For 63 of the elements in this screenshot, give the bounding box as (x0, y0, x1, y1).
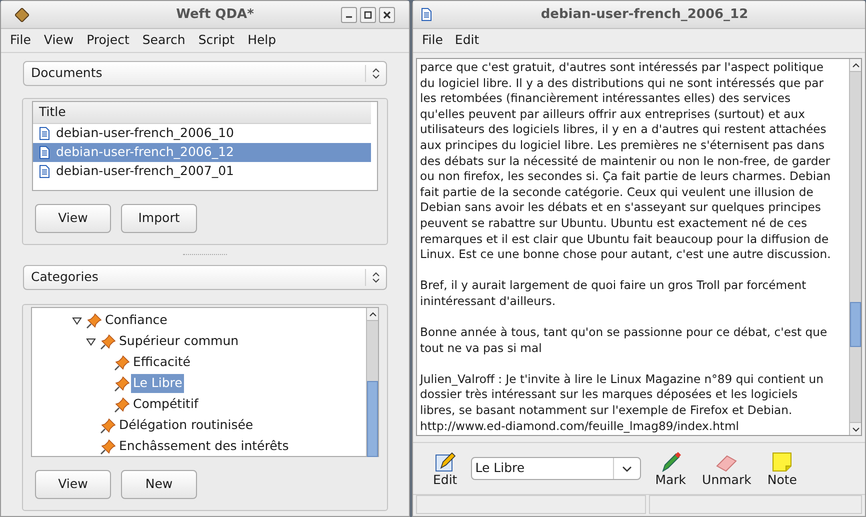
text-paragraph: Julien_Valroff : Je t'invite à lire le Linux Magazine n°89 qui contient un dossier très intéressant sur les marques déposées et les logiciels libres, se basant notamment sur l'exemple de Firefox et Debian. http://www.ed-diamond.com/feuille_lmag89/index.html (420, 372, 824, 434)
window-title: Weft QDA* (175, 6, 255, 24)
app-logo-icon (15, 8, 29, 22)
document-icon (39, 165, 50, 178)
menu-item[interactable]: Edit (454, 31, 480, 50)
category-item[interactable]: Confiance (103, 311, 170, 330)
push-button[interactable]: View (35, 470, 111, 499)
category-combo[interactable]: Le Libre (471, 457, 642, 480)
category-item[interactable]: Supérieur commun (117, 332, 241, 351)
document-title: debian-user-french_2007_01 (56, 162, 234, 180)
category-item[interactable]: Délégation routinisée (117, 416, 256, 435)
maximize-button[interactable] (360, 6, 376, 22)
toolbar-button[interactable]: Edit (425, 450, 466, 486)
category-item[interactable]: Enchâssement des intérêts (117, 437, 291, 456)
document-row[interactable]: debian-user-french_2006_10 (33, 124, 371, 143)
pencil-icon (660, 450, 682, 472)
column-header[interactable]: Title (33, 102, 371, 124)
document-title: debian-user-french_2006_12 (56, 143, 234, 162)
push-button[interactable]: New (121, 470, 197, 499)
toolbar-button[interactable]: Note (759, 450, 805, 486)
window-title: debian-user-french_2006_12 (540, 6, 750, 24)
category-item[interactable]: Compétitif (131, 395, 200, 414)
text-paragraph: parce que c'est gratuit, d'autres sont intéressés par l'aspect politique du logiciel libre. Il y a des distributions qui ne sont intéressés que par les retombées (financièrement intéressantes elles) des services qu'elles peuvent par ailleurs offrir aux entreprises (surtout) et aux utilisateurs des logiciels libres, il y en a d'autres qui restent attachées aux principes du logiciel libre. Les premières ne s'éternisent pas dans des débats sur la nécessité de maintenir ou non le non-free, de garder ou non firefox, les secondes si. Ça fait partie de leurs charmes. Debian fait partie de la seconde catégorie. Ceux qui veulent une illusion de Debian sans avoir les débats et en s'asseyant sur quelques principes peuvent se rabattre sur Ubuntu. Ubuntu est exactement né de ces remarques et il est clair que Ubuntu fait beaucoup pour la diffusion de Linux. Est ce une bonne chose pour autant, c'est une autre discussion. (420, 60, 832, 263)
sticky-note-icon (771, 450, 794, 472)
menu-item[interactable]: File (10, 31, 31, 50)
panel-selector[interactable]: Categories (23, 265, 387, 290)
minimize-button[interactable] (341, 6, 357, 22)
menu-item[interactable]: Project (86, 31, 130, 50)
pushpin-icon (114, 396, 130, 412)
document-icon (421, 8, 432, 21)
close-button[interactable] (379, 6, 395, 22)
document-icon (39, 127, 50, 140)
pushpin-icon (100, 418, 116, 434)
expanded-triangle-icon[interactable] (86, 338, 96, 346)
pen-icon (434, 450, 456, 472)
spinner-arrows-icon (372, 272, 380, 283)
menu-item[interactable]: File (422, 31, 443, 50)
pushpin-icon (100, 438, 116, 454)
document-row[interactable]: debian-user-french_2007_01 (33, 162, 371, 181)
menu-item[interactable]: Script (198, 31, 235, 50)
category-item[interactable]: Efficacité (131, 353, 192, 372)
spinner-arrows-icon (372, 68, 380, 79)
scrollbar-thumb[interactable] (850, 302, 861, 347)
toolbar-button[interactable]: Mark (647, 450, 694, 486)
panel-selector[interactable]: Documents (23, 61, 387, 86)
pushpin-icon (100, 334, 116, 350)
menu-item[interactable]: Search (142, 31, 186, 50)
scrollbar-thumb[interactable] (367, 381, 378, 457)
text-paragraph: Bref, il y aurait largement de quoi faire un gros Troll par forcément inintéressant d'ailleurs. (420, 278, 808, 310)
push-button[interactable]: Import (121, 204, 197, 233)
pushpin-icon (114, 354, 130, 370)
menu-item[interactable]: View (44, 31, 74, 50)
vertical-scrollbar[interactable] (366, 308, 378, 456)
pushpin-icon (114, 376, 130, 392)
expanded-triangle-icon[interactable] (72, 316, 82, 324)
document-icon (39, 146, 50, 159)
pushpin-icon (86, 312, 102, 328)
push-button[interactable]: View (35, 204, 111, 233)
document-title: debian-user-french_2006_10 (56, 124, 234, 142)
toolbar-button[interactable]: Unmark (694, 450, 760, 486)
vertical-scrollbar[interactable] (849, 59, 861, 435)
text-paragraph: Bonne année à tous, tant qu'on se passionne pour ce débat, c'est que tout ne va pas si mal (420, 325, 828, 356)
menu-item[interactable]: Help (248, 31, 276, 50)
